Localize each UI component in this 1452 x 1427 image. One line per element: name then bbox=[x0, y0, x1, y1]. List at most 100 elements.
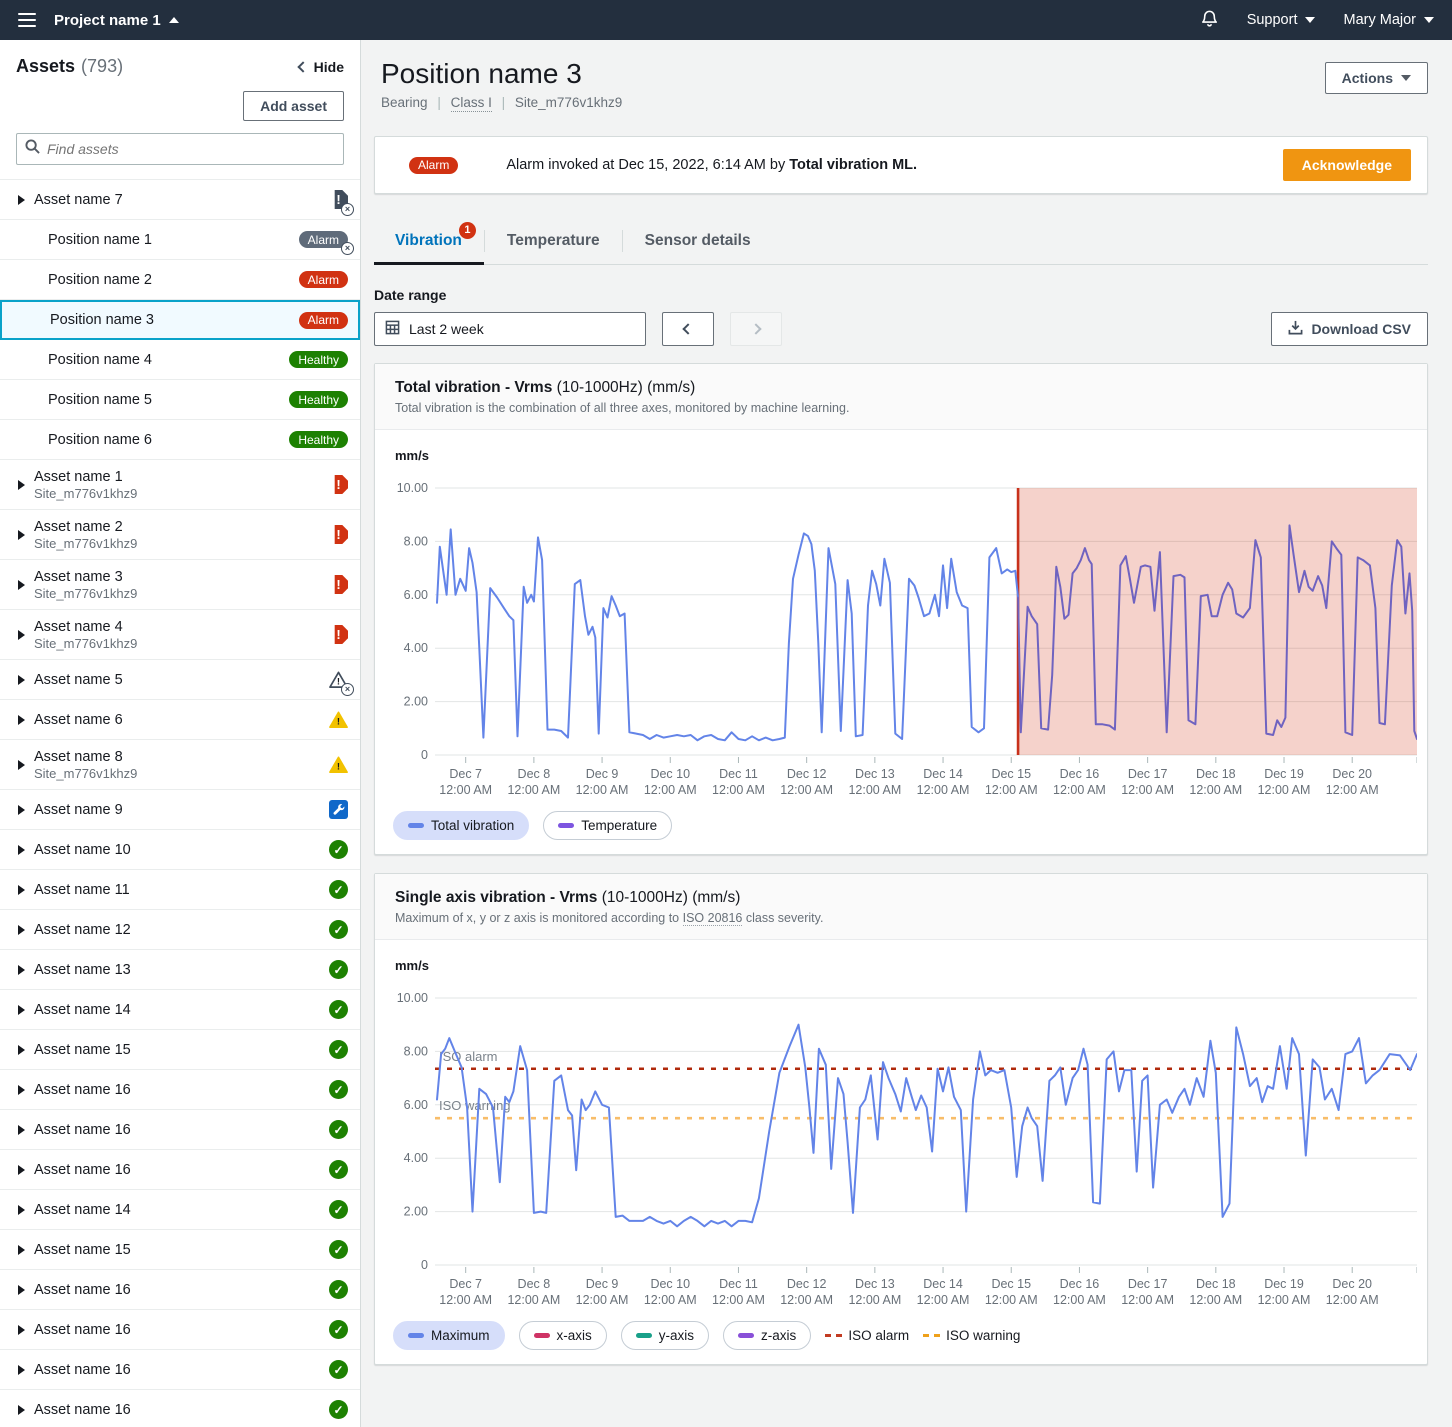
tab-sensor-details[interactable]: Sensor details bbox=[623, 224, 773, 264]
search-input[interactable] bbox=[47, 141, 335, 157]
expand-arrow-icon[interactable] bbox=[18, 675, 25, 685]
asset-label: Asset name 4 bbox=[34, 619, 137, 635]
sidebar-asset-row[interactable]: Asset name 4Site_m776v1khz9! bbox=[0, 610, 360, 660]
asset-site-label: Site_m776v1khz9 bbox=[34, 536, 137, 551]
svg-text:12:00 AM: 12:00 AM bbox=[507, 1293, 560, 1307]
user-menu[interactable]: Mary Major bbox=[1343, 12, 1434, 28]
expand-arrow-icon[interactable] bbox=[18, 1125, 25, 1135]
single-axis-vibration-chart[interactable]: 10.008.006.004.002.000ISO alarmISO warni… bbox=[387, 986, 1417, 1308]
expand-arrow-icon[interactable] bbox=[18, 630, 25, 640]
sidebar-asset-row[interactable]: Asset name 12✓ bbox=[0, 910, 360, 950]
legend-item-y-axis[interactable]: y-axis bbox=[621, 1321, 709, 1350]
expand-arrow-icon[interactable] bbox=[18, 1325, 25, 1335]
expand-arrow-icon[interactable] bbox=[18, 1405, 25, 1415]
expand-arrow-icon[interactable] bbox=[18, 965, 25, 975]
sidebar-position-row[interactable]: Position name 4Healthy bbox=[0, 340, 360, 380]
legend-item-maximum[interactable]: Maximum bbox=[393, 1321, 505, 1350]
svg-text:12:00 AM: 12:00 AM bbox=[712, 1293, 765, 1307]
expand-arrow-icon[interactable] bbox=[18, 885, 25, 895]
sidebar-asset-row[interactable]: Asset name 3Site_m776v1khz9! bbox=[0, 560, 360, 610]
sidebar-asset-row[interactable]: Asset name 2Site_m776v1khz9! bbox=[0, 510, 360, 560]
asset-search-box[interactable] bbox=[16, 133, 344, 165]
sidebar-asset-row[interactable]: Asset name 16✓ bbox=[0, 1310, 360, 1350]
sidebar-asset-row[interactable]: Asset name 8Site_m776v1khz9! bbox=[0, 740, 360, 790]
expand-arrow-icon[interactable] bbox=[18, 195, 25, 205]
acknowledge-button[interactable]: Acknowledge bbox=[1283, 149, 1411, 181]
expand-arrow-icon[interactable] bbox=[18, 1285, 25, 1295]
sidebar-asset-row[interactable]: Asset name 6! bbox=[0, 700, 360, 740]
healthy-check-icon: ✓ bbox=[329, 1320, 348, 1339]
support-menu[interactable]: Support bbox=[1247, 12, 1316, 28]
expand-arrow-icon[interactable] bbox=[18, 1205, 25, 1215]
sidebar-position-row[interactable]: Position name 5Healthy bbox=[0, 380, 360, 420]
svg-text:12:00 AM: 12:00 AM bbox=[1053, 1293, 1106, 1307]
svg-text:Dec 13: Dec 13 bbox=[855, 1277, 895, 1291]
sidebar-asset-row[interactable]: Asset name 14✓ bbox=[0, 990, 360, 1030]
expand-arrow-icon[interactable] bbox=[18, 1245, 25, 1255]
legend-item-total-vibration[interactable]: Total vibration bbox=[393, 811, 529, 840]
add-asset-button[interactable]: Add asset bbox=[243, 91, 344, 121]
sidebar-asset-row[interactable]: Asset name 14✓ bbox=[0, 1190, 360, 1230]
sidebar-asset-row[interactable]: Asset name 16✓ bbox=[0, 1350, 360, 1390]
legend-item-z-axis[interactable]: z-axis bbox=[723, 1321, 811, 1350]
sidebar-asset-row[interactable]: Asset name 16✓ bbox=[0, 1110, 360, 1150]
download-csv-button[interactable]: Download CSV bbox=[1271, 312, 1428, 346]
legend-label: y-axis bbox=[659, 1328, 694, 1343]
healthy-check-icon: ✓ bbox=[329, 1240, 348, 1259]
breadcrumb-site: Site_m776v1khz9 bbox=[515, 95, 622, 110]
hide-panel-button[interactable]: Hide bbox=[299, 59, 344, 75]
tab-temperature[interactable]: Temperature bbox=[485, 224, 622, 264]
asset-site-label: Site_m776v1khz9 bbox=[34, 636, 137, 651]
expand-arrow-icon[interactable] bbox=[18, 1045, 25, 1055]
alarm-status-badge: Alarm bbox=[409, 157, 458, 174]
expand-arrow-icon[interactable] bbox=[18, 805, 25, 815]
chevron-up-icon bbox=[169, 17, 179, 23]
expand-arrow-icon[interactable] bbox=[18, 1365, 25, 1375]
sidebar-asset-row[interactable]: Asset name 13✓ bbox=[0, 950, 360, 990]
expand-arrow-icon[interactable] bbox=[18, 845, 25, 855]
sidebar-asset-row[interactable]: Asset name 15✓ bbox=[0, 1230, 360, 1270]
sidebar-asset-row[interactable]: Asset name 7!× bbox=[0, 180, 360, 220]
actions-button[interactable]: Actions bbox=[1325, 62, 1428, 94]
expand-arrow-icon[interactable] bbox=[18, 1005, 25, 1015]
legend-item-x-axis[interactable]: x-axis bbox=[519, 1321, 607, 1350]
sidebar-asset-row[interactable]: Asset name 15✓ bbox=[0, 1030, 360, 1070]
expand-arrow-icon[interactable] bbox=[18, 480, 25, 490]
asset-label: Asset name 14 bbox=[34, 1002, 131, 1018]
legend-label: x-axis bbox=[557, 1328, 592, 1343]
expand-arrow-icon[interactable] bbox=[18, 1165, 25, 1175]
sidebar-asset-row[interactable]: Asset name 10✓ bbox=[0, 830, 360, 870]
expand-arrow-icon[interactable] bbox=[18, 580, 25, 590]
sidebar-asset-row[interactable]: Asset name 16✓ bbox=[0, 1150, 360, 1190]
sidebar-position-row[interactable]: Position name 1Alarm× bbox=[0, 220, 360, 260]
expand-arrow-icon[interactable] bbox=[18, 760, 25, 770]
next-period-button[interactable] bbox=[730, 312, 782, 346]
expand-arrow-icon[interactable] bbox=[18, 925, 25, 935]
date-range-select[interactable]: Last 2 week bbox=[374, 312, 646, 346]
svg-text:Dec 11: Dec 11 bbox=[719, 767, 758, 781]
expand-arrow-icon[interactable] bbox=[18, 715, 25, 725]
sidebar-asset-row[interactable]: Asset name 11✓ bbox=[0, 870, 360, 910]
expand-arrow-icon[interactable] bbox=[18, 530, 25, 540]
tab-vibration[interactable]: Vibration 1 bbox=[374, 224, 484, 264]
project-selector[interactable]: Project name 1 bbox=[54, 12, 179, 29]
sidebar-asset-row[interactable]: Asset name 9 bbox=[0, 790, 360, 830]
sidebar-asset-row[interactable]: Asset name 5!× bbox=[0, 660, 360, 700]
sidebar-asset-row[interactable]: Asset name 16✓ bbox=[0, 1390, 360, 1427]
sidebar-asset-row[interactable]: Asset name 16✓ bbox=[0, 1070, 360, 1110]
sidebar-asset-row[interactable]: Asset name 1Site_m776v1khz9! bbox=[0, 460, 360, 510]
notifications-bell-icon[interactable] bbox=[1200, 9, 1219, 32]
sidebar-position-row[interactable]: Position name 6Healthy bbox=[0, 420, 360, 460]
sidebar-asset-row[interactable]: Asset name 16✓ bbox=[0, 1270, 360, 1310]
previous-period-button[interactable] bbox=[662, 312, 714, 346]
sidebar-position-row[interactable]: Position name 3Alarm bbox=[0, 300, 360, 340]
expand-arrow-icon[interactable] bbox=[18, 1085, 25, 1095]
sidebar-position-row[interactable]: Position name 2Alarm bbox=[0, 260, 360, 300]
legend-item-temperature[interactable]: Temperature bbox=[543, 811, 672, 840]
breadcrumb-class-link[interactable]: Class I bbox=[451, 95, 492, 112]
total-vibration-chart[interactable]: 10.008.006.004.002.000Dec 712:00 AMDec 8… bbox=[387, 476, 1417, 798]
healthy-check-icon: ✓ bbox=[329, 1280, 348, 1299]
iso-20816-link[interactable]: ISO 20816 bbox=[683, 911, 743, 926]
menu-icon[interactable] bbox=[18, 13, 36, 27]
legend-label: Total vibration bbox=[431, 818, 514, 833]
